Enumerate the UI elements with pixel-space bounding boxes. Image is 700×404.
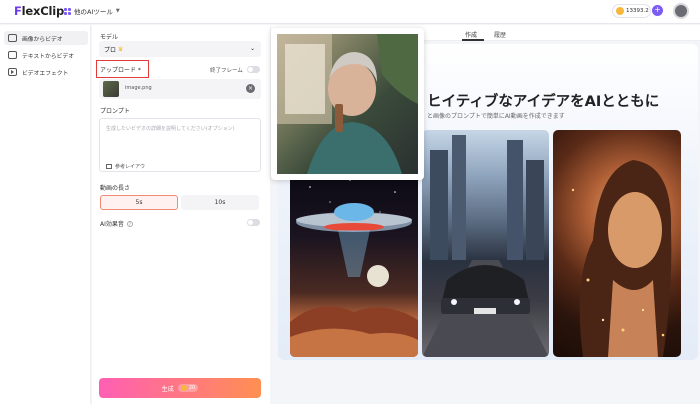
- remove-file-button[interactable]: ×: [246, 84, 255, 93]
- top-bar: FlexClip 他のAIツール ▼ 13393.2 +: [0, 0, 700, 24]
- credits-value: 13393.2: [626, 8, 649, 14]
- duration-option-label: 10s: [214, 199, 226, 206]
- upload-preview-popup: [271, 28, 424, 180]
- prompt-label: プロンプト: [100, 108, 130, 115]
- duration-10s-button[interactable]: 10s: [181, 195, 259, 210]
- model-label: モデル: [100, 34, 119, 41]
- duration-5s-button[interactable]: 5s: [100, 195, 178, 210]
- upload-highlight-box: [96, 60, 149, 78]
- logo-text: lexClip: [21, 4, 65, 18]
- prompt-placeholder: 生成したいビデオの詳細を説明してください(オプション): [106, 126, 235, 132]
- file-thumbnail: [103, 81, 119, 97]
- coin-icon: [616, 7, 624, 15]
- prompt-example-button[interactable]: 参考レイアウ: [106, 163, 145, 170]
- sidebar-item-label: 画像からビデオ: [22, 36, 63, 43]
- uploaded-file: image.png ×: [99, 79, 261, 99]
- hero-title: ヒイティブなアイデアをAIとともに: [427, 94, 660, 110]
- chevron-down-icon: ⌄: [249, 45, 255, 52]
- sidebar-item-image-to-video[interactable]: 画像からビデオ: [4, 31, 88, 45]
- duration-option-label: 5s: [135, 199, 143, 206]
- crown-icon: ♛: [118, 45, 124, 53]
- chevron-down-icon: ▼: [115, 8, 120, 14]
- sidebar-item-video-effect[interactable]: ビデオエフェクト: [4, 65, 88, 79]
- preview-image: [277, 34, 418, 174]
- prompt-input[interactable]: 生成したいビデオの詳細を説明してください(オプション) 参考レイアウ: [99, 118, 261, 172]
- ai-sound-label: AI効果音: [100, 221, 124, 228]
- generate-button[interactable]: 生成 20: [99, 378, 261, 398]
- file-name: image.png: [125, 85, 152, 91]
- video-effect-icon: [8, 68, 17, 76]
- sidebar-item-label: ビデオエフェクト: [22, 70, 69, 77]
- tools-label: 他のAIツール: [74, 8, 113, 16]
- end-frame-toggle[interactable]: [247, 66, 260, 73]
- sample-ufo-image[interactable]: [290, 172, 418, 357]
- add-credits-button[interactable]: +: [652, 5, 663, 16]
- model-select[interactable]: プロ ♛ ⌄: [99, 41, 261, 57]
- text-icon: [8, 51, 17, 59]
- other-ai-tools-menu[interactable]: 他のAIツール ▼: [64, 6, 120, 16]
- generate-cost: 20: [177, 384, 199, 392]
- user-avatar[interactable]: [673, 3, 689, 19]
- prompt-example-label: 参考レイアウ: [115, 164, 146, 170]
- credits-badge[interactable]: 13393.2: [612, 4, 651, 18]
- sidebar-item-text-to-video[interactable]: テキストからビデオ: [4, 48, 88, 62]
- sample-car-image[interactable]: [422, 130, 549, 357]
- model-value: プロ: [104, 46, 117, 54]
- sidebar-item-label: テキストからビデオ: [22, 53, 74, 60]
- generate-label: 生成: [161, 385, 174, 393]
- ai-sound-toggle[interactable]: [247, 219, 260, 226]
- hero-subtitle: と画像のプロンプトで簡単にAI動画を作成できます: [427, 113, 565, 120]
- coin-icon: [180, 385, 187, 391]
- generate-cost-value: 20: [188, 385, 196, 391]
- end-frame-label: 終了フレーム: [210, 68, 243, 74]
- image-icon: [8, 34, 17, 42]
- duration-label: 動画の長さ: [100, 185, 131, 192]
- ai-sound-row: AI効果音?: [100, 219, 133, 228]
- logo-letter: F: [14, 4, 22, 18]
- sample-woman-image[interactable]: [553, 130, 681, 357]
- grid-icon: [64, 7, 71, 15]
- layout-icon: [106, 164, 112, 169]
- tab-history[interactable]: 履歴: [494, 30, 506, 39]
- active-tab-indicator: [462, 39, 484, 41]
- sidebar: 画像からビデオ テキストからビデオ ビデオエフェクト: [0, 25, 91, 404]
- flexclip-logo[interactable]: FlexClip: [14, 4, 64, 18]
- tab-create[interactable]: 作成: [465, 30, 477, 39]
- help-icon[interactable]: ?: [126, 220, 133, 227]
